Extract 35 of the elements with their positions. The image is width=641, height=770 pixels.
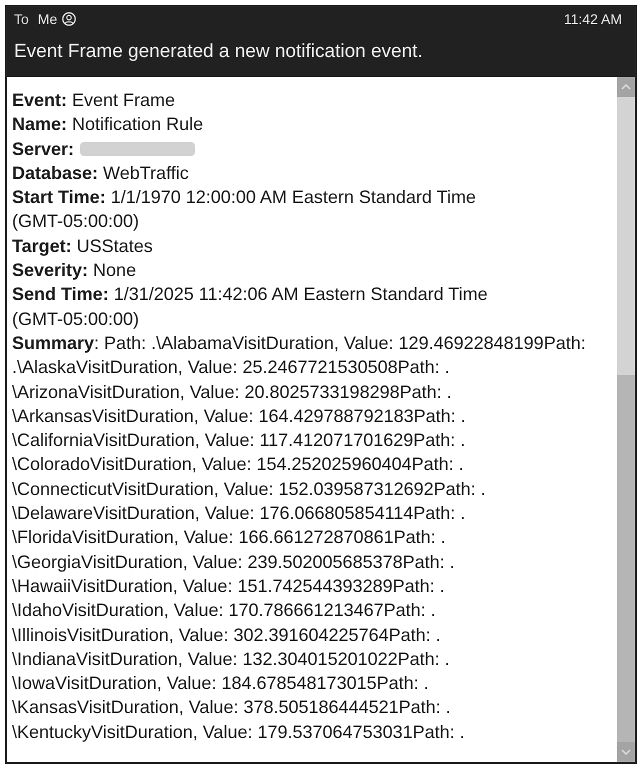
person-circle-icon <box>62 12 76 26</box>
summary-line: \ConnecticutVisitDuration, Value: 152.039587312692Path: . <box>12 478 486 501</box>
summary-line: \IdahoVisitDuration, Value: 170.786661213467Path: . <box>12 599 436 622</box>
summary-line: \ArizonaVisitDuration, Value: 20.8025733198298Path: . <box>12 380 452 404</box>
field-line: Target: USStates <box>12 234 153 258</box>
summary-line: \CaliforniaVisitDuration, Value: 117.412071701629Path: . <box>12 429 466 452</box>
summary-line: \IowaVisitDuration, Value: 184.678548173015Path: . <box>12 672 429 696</box>
field-line: Send Time: 1/31/2025 11:42:06 AM Eastern Standard Time (GMT-05:00:00) <box>12 283 488 331</box>
summary-line: Summary: Path: .\AlabamaVisitDuration, Value: 129.46922848199Path: <box>12 332 586 355</box>
summary-line: \HawaiiVisitDuration, Value: 151.742544393289Path: . <box>12 574 445 598</box>
chevron-down-icon <box>621 749 631 755</box>
summary-line: \GeorgiaVisitDuration, Value: 239.502005685378Path: . <box>12 550 455 574</box>
recipient-name: Me <box>38 10 58 28</box>
field-label: Server: <box>12 138 74 161</box>
scroll-up-button[interactable] <box>617 77 635 97</box>
field-line: Severity: None <box>12 259 136 282</box>
summary-line: .\AlaskaVisitDuration, Value: 25.2467721530508Path: . <box>12 356 450 380</box>
summary-line: \KentuckyVisitDuration, Value: 179.537064753031Path: . <box>12 720 465 744</box>
summary-line: \FloridaVisitDuration, Value: 166.661272870861Path: . <box>12 526 446 550</box>
scroll-down-button[interactable] <box>617 742 635 762</box>
summary-line: \IndianaVisitDuration, Value: 132.304015201022Path: . <box>12 648 450 671</box>
field-line: Database: WebTraffic <box>12 162 189 185</box>
subject-text: Event Frame generated a new notification event. <box>14 40 423 64</box>
summary-line: \ArkansasVisitDuration, Value: 164.429788792183Path: . <box>12 404 466 428</box>
summary-line: \DelawareVisitDuration, Value: 176.066805854114Path: . <box>12 502 466 526</box>
field-line: Name: Notification Rule <box>12 113 204 136</box>
scrollbar-thumb[interactable] <box>617 97 635 375</box>
chevron-up-icon <box>621 84 631 90</box>
summary-line: \ColoradoVisitDuration, Value: 154.252025960404Path: . <box>12 453 464 476</box>
field-line: Start Time: 1/1/1970 12:00:00 AM Eastern Standard Time (GMT-05:00:00) <box>12 186 476 234</box>
summary-line: \IllinoisVisitDuration, Value: 302.391604225764Path: . <box>12 624 441 647</box>
field-line: Event: Event Frame <box>12 89 176 112</box>
timestamp: 11:42 AM <box>564 10 622 28</box>
to-label: To <box>14 10 29 28</box>
summary-line: \KansasVisitDuration, Value: 378.505186444521Path: . <box>12 696 451 720</box>
